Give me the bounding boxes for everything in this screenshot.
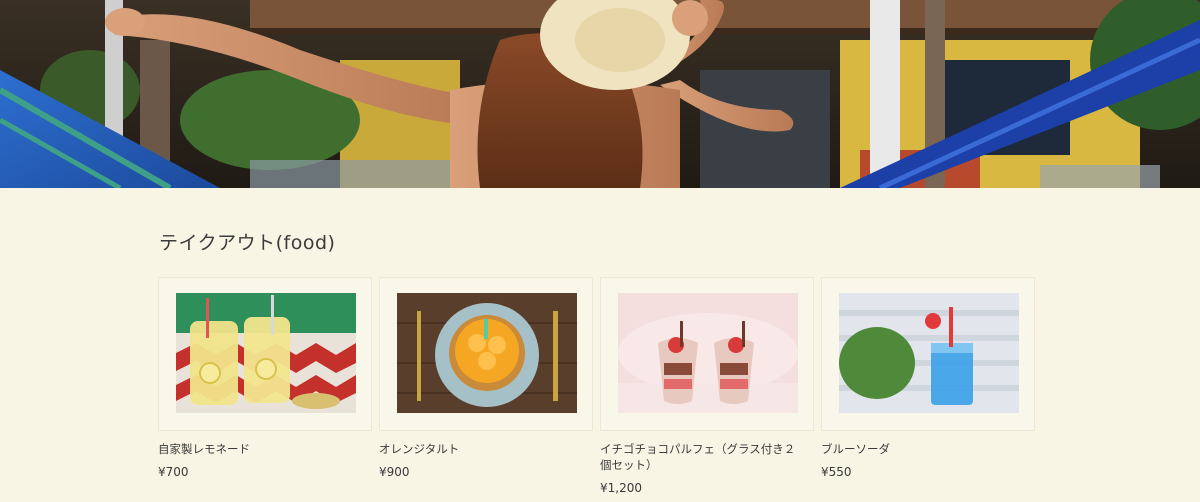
product-thumbnail-frame[interactable] — [821, 277, 1035, 431]
product-price: ¥1,200 — [600, 481, 642, 495]
product-card-orange-tart[interactable]: オレンジタルト ¥900 — [379, 277, 593, 479]
hero-photo — [0, 0, 1200, 188]
hero-image — [0, 0, 1200, 188]
strawberry-parfait-image — [618, 293, 798, 413]
section-title: テイクアウト(food) — [159, 232, 336, 254]
product-thumbnail-frame[interactable] — [379, 277, 593, 431]
product-name[interactable]: オレンジタルト — [379, 441, 579, 457]
product-price: ¥900 — [379, 465, 410, 479]
product-name[interactable]: ブルーソーダ — [821, 441, 1021, 457]
product-name[interactable]: 自家製レモネード — [158, 441, 358, 457]
product-card-lemonade[interactable]: 自家製レモネード ¥700 — [158, 277, 372, 479]
product-name[interactable]: イチゴチョコパルフェ（グラス付き２個セット） — [600, 441, 800, 473]
orange-tart-image — [397, 293, 577, 413]
product-thumbnail-frame[interactable] — [158, 277, 372, 431]
product-price: ¥550 — [821, 465, 852, 479]
product-card-blue-soda[interactable]: ブルーソーダ ¥550 — [821, 277, 1035, 479]
product-thumbnail-frame[interactable] — [600, 277, 814, 431]
blue-soda-image — [839, 293, 1019, 413]
lemonade-image — [176, 293, 356, 413]
product-card-strawberry-parfait[interactable]: イチゴチョコパルフェ（グラス付き２個セット） ¥1,200 — [600, 277, 814, 495]
product-price: ¥700 — [158, 465, 189, 479]
